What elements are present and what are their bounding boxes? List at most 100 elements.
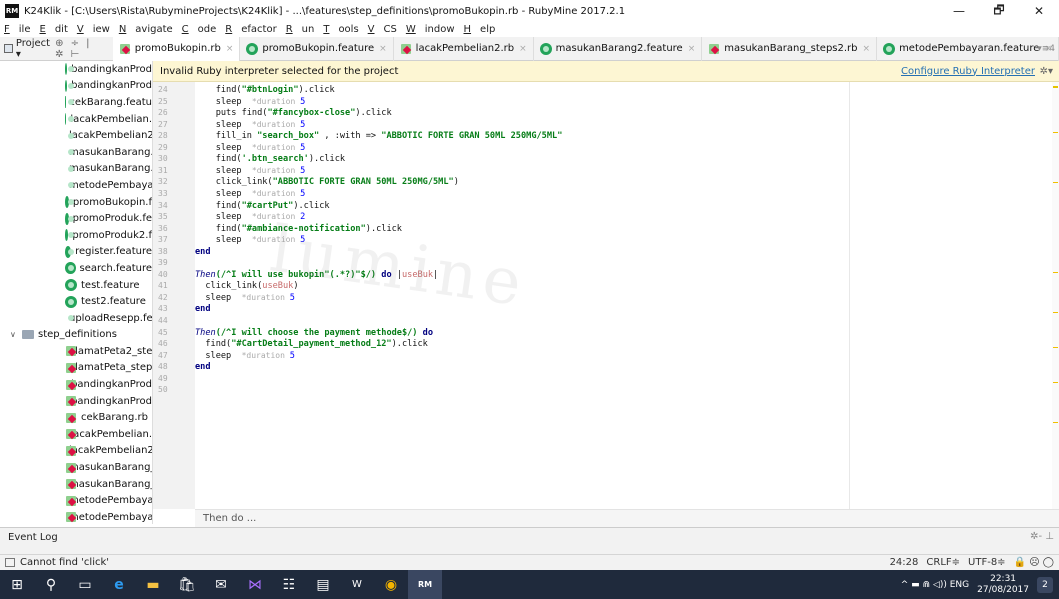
code-line[interactable]: sleep *duration 5: [195, 97, 306, 108]
close-button[interactable]: ✕: [1019, 0, 1059, 22]
code-line[interactable]: fill_in "search_box" , :with => "ABBOTIC…: [195, 131, 563, 142]
code-line[interactable]: sleep *duration 5: [195, 235, 306, 246]
editor-tab[interactable]: metodePembayaran.feature ×: [877, 36, 1059, 61]
code-line[interactable]: find("#cartPut").click: [195, 201, 330, 212]
tree-file-item[interactable]: test.feature: [0, 277, 152, 294]
edge-browser-icon[interactable]: e: [102, 570, 136, 599]
tree-file-item[interactable]: test2.feature: [0, 293, 152, 310]
start-button[interactable]: ⊞: [0, 570, 34, 599]
event-log-tools-icons[interactable]: ✲- ⊥: [1030, 531, 1054, 542]
search-icon[interactable]: ⚲: [34, 570, 68, 599]
code-line[interactable]: click_link("ABBOTIC FORTE GRAN 50ML 250M…: [195, 177, 459, 188]
code-line[interactable]: sleep *duration 5: [195, 166, 306, 177]
tab-close-icon[interactable]: ×: [226, 44, 234, 54]
tree-folder[interactable]: ∨ step_definitions: [0, 327, 152, 344]
tree-file-item[interactable]: masukanBarang_: [0, 459, 152, 476]
tree-file-item[interactable]: search.feature: [0, 260, 152, 277]
code-line[interactable]: sleep *duration 5: [195, 351, 295, 362]
tabs-overflow-icon[interactable]: ▾≡4: [1037, 44, 1055, 54]
tree-file-item[interactable]: alamatPeta_step: [0, 360, 152, 377]
code-line[interactable]: click_link(useBuk): [195, 281, 298, 292]
tree-file-item[interactable]: cekBarang.featu: [0, 94, 152, 111]
menu-item-vcs[interactable]: V CS: [368, 24, 397, 35]
code-line[interactable]: sleep *duration 5: [195, 293, 295, 304]
menu-item-view[interactable]: View: [77, 24, 110, 35]
project-tools-icons[interactable]: ⊕ ÷ | ✲ ⊢: [55, 38, 107, 60]
menu-item-refactor[interactable]: Refactor: [225, 24, 276, 35]
rubymine-taskbar-icon[interactable]: RM: [408, 570, 442, 599]
file-explorer-icon[interactable]: ▬: [136, 570, 170, 599]
menu-item-run[interactable]: Run: [286, 24, 315, 35]
code-line[interactable]: puts find("#fancybox-close").click: [195, 108, 392, 119]
tab-close-icon[interactable]: ×: [519, 44, 527, 54]
editor-scroll-markers[interactable]: [1052, 82, 1059, 509]
warning-marker[interactable]: [1053, 86, 1058, 88]
line-separator[interactable]: CRLF≑: [926, 557, 960, 568]
cmd-icon[interactable]: ☷: [272, 570, 306, 599]
store-icon[interactable]: 🛍: [170, 570, 204, 599]
code-line[interactable]: end: [195, 362, 211, 373]
code-line[interactable]: end: [195, 304, 211, 315]
terminal-icon[interactable]: ▤: [306, 570, 340, 599]
tree-file-item[interactable]: promoBukopin.f: [0, 194, 152, 211]
mail-icon[interactable]: ✉: [204, 570, 238, 599]
tree-file-item[interactable]: lacakPembelian.: [0, 111, 152, 128]
tree-file-item[interactable]: lacakPembelian2: [0, 127, 152, 144]
code-editor[interactable]: find("#btnLogin").click sleep *duration …: [195, 82, 1052, 509]
editor-tab[interactable]: masukanBarang_steps2.rb ×: [702, 36, 878, 61]
warning-marker[interactable]: [1053, 382, 1058, 383]
tree-file-item[interactable]: metodePembaya: [0, 509, 152, 524]
visual-studio-icon[interactable]: ⋈: [238, 570, 272, 599]
tab-close-icon[interactable]: ×: [863, 44, 871, 54]
tab-close-icon[interactable]: ×: [688, 44, 696, 54]
tool-window-toggle-icon[interactable]: [5, 558, 15, 567]
code-line[interactable]: find('.btn_search').click: [195, 154, 345, 165]
tree-file-item[interactable]: bandingkanProd: [0, 376, 152, 393]
tree-file-item[interactable]: register.feature: [0, 244, 152, 261]
editor-tab[interactable]: promoBukopin.feature ×: [240, 36, 394, 61]
tree-file-item[interactable]: lacakPembelian.: [0, 426, 152, 443]
warning-marker[interactable]: [1053, 272, 1058, 273]
menu-item-help[interactable]: Help: [464, 24, 496, 35]
tree-file-item[interactable]: lacakPembelian2: [0, 443, 152, 460]
tree-file-item[interactable]: promoProduk2.f: [0, 227, 152, 244]
tab-close-icon[interactable]: ×: [379, 44, 387, 54]
tree-file-item[interactable]: promoProduk.fe: [0, 210, 152, 227]
code-line[interactable]: end: [195, 247, 211, 258]
tree-file-item[interactable]: cekBarang.rb: [0, 409, 152, 426]
tree-file-item[interactable]: metodePembaya: [0, 177, 152, 194]
caret-position[interactable]: 24:28: [890, 557, 919, 568]
code-line[interactable]: sleep *duration 2: [195, 212, 306, 223]
editor-tab[interactable]: promoBukopin.rb ×: [112, 36, 241, 61]
banner-gear-icon[interactable]: ✲▾: [1040, 66, 1053, 77]
tree-file-item[interactable]: masukanBarang.: [0, 161, 152, 178]
code-line[interactable]: Then(/^I will use bukopin"(.*?)"$/) do |…: [195, 270, 438, 281]
tree-file-item[interactable]: metodePembaya: [0, 492, 152, 509]
code-line[interactable]: sleep *duration 5: [195, 189, 306, 200]
tray-icons[interactable]: ^ ▬ ⋒ ◁)) ENG: [901, 580, 969, 590]
menu-item-window[interactable]: Window: [406, 24, 455, 35]
code-line[interactable]: find("#btnLogin").click: [195, 85, 335, 96]
expand-arrow-icon[interactable]: ∨: [10, 330, 20, 339]
warning-marker[interactable]: [1053, 347, 1058, 348]
menu-item-navigate[interactable]: Navigate: [119, 24, 173, 35]
word-icon[interactable]: W: [340, 570, 374, 599]
warning-marker[interactable]: [1053, 422, 1058, 423]
tree-file-item[interactable]: bandingkanProd: [0, 78, 152, 95]
code-line[interactable]: Then(/^I will choose the payment methode…: [195, 328, 433, 339]
warning-marker[interactable]: [1053, 132, 1058, 133]
project-view-dropdown[interactable]: Project ▾ ⊕ ÷ | ✲ ⊢: [0, 37, 113, 61]
code-line[interactable]: find("#CartDetail_payment_method_12").cl…: [195, 339, 427, 350]
configure-interpreter-link[interactable]: Configure Ruby Interpreter: [901, 66, 1035, 77]
menu-item-tools[interactable]: Tools: [323, 24, 358, 35]
tree-file-item[interactable]: alamatPeta2_step: [0, 343, 152, 360]
task-view-icon[interactable]: ▭: [68, 570, 102, 599]
code-line[interactable]: sleep *duration 5: [195, 143, 306, 154]
tree-file-item[interactable]: masukanBarang.: [0, 144, 152, 161]
code-line[interactable]: find("#ambiance-notification").click: [195, 224, 402, 235]
chrome-icon[interactable]: ◉: [374, 570, 408, 599]
menu-item-code[interactable]: Code: [182, 24, 217, 35]
code-line[interactable]: sleep *duration 5: [195, 120, 306, 131]
menu-item-edit[interactable]: Edit: [39, 24, 67, 35]
minimize-button[interactable]: —: [939, 0, 979, 22]
